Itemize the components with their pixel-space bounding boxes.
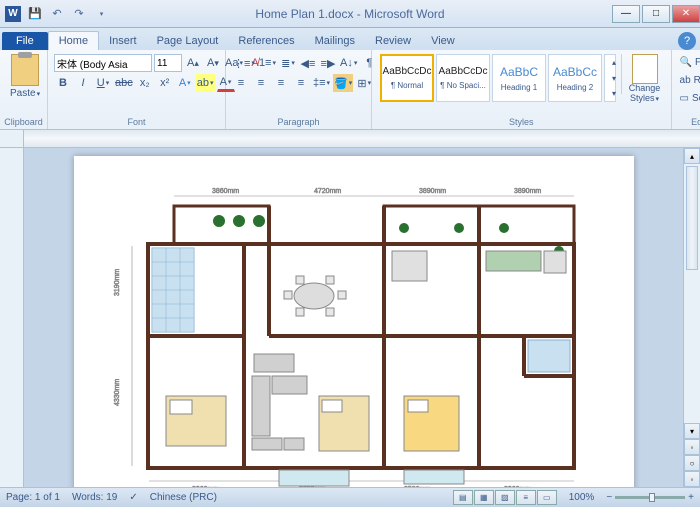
tab-references[interactable]: References [228,32,304,50]
strike-button[interactable]: abc [114,74,134,92]
qat-undo-icon[interactable]: ↶ [48,5,66,23]
sort-button[interactable]: A↓ [339,54,358,72]
qat-redo-icon[interactable]: ↷ [70,5,88,23]
prev-page-button[interactable]: ◦ [684,439,700,455]
zoom-in-button[interactable]: + [688,492,694,503]
group-label-editing: Editing [672,117,700,127]
qat-customize-icon[interactable] [92,5,110,23]
paste-button[interactable]: Paste [6,52,44,101]
svg-text:3890mm: 3890mm [514,188,541,195]
increase-indent-button[interactable]: ≡▶ [319,54,337,72]
page-status[interactable]: Page: 1 of 1 [6,492,60,503]
grow-font-button[interactable]: A▴ [184,54,202,72]
align-left-button[interactable]: ≡ [232,74,250,92]
vertical-scrollbar[interactable]: ▴ ▾ ◦ ○ ◦ [683,148,700,487]
change-styles-button[interactable]: Change Styles [625,52,665,106]
tab-view[interactable]: View [421,32,465,50]
font-family-select[interactable] [54,54,152,72]
zoom-level[interactable]: 100% [569,492,595,503]
text-effects-button[interactable]: A [176,74,194,92]
underline-button[interactable]: U [94,74,112,92]
document-viewport[interactable]: 3860mm 4720mm 3890mm 3890mm 3960mm 3690m… [24,148,683,487]
language-status[interactable]: Chinese (PRC) [150,492,217,503]
shading-button[interactable]: 🪣 [333,74,353,92]
numbering-button[interactable]: 1≡ [258,54,277,72]
superscript-button[interactable]: x² [156,74,174,92]
tab-home[interactable]: Home [48,31,99,50]
help-button[interactable]: ? [678,32,696,50]
maximize-button[interactable]: □ [642,5,670,23]
browse-object-button[interactable]: ○ [684,455,700,471]
highlight-button[interactable]: ab [196,74,215,92]
close-button[interactable]: ✕ [672,5,700,23]
style-normal[interactable]: AaBbCcDc ¶ Normal [380,54,434,102]
print-layout-view[interactable]: ▤ [453,490,473,505]
svg-text:3190mm: 3190mm [114,269,121,296]
group-label-styles: Styles [372,117,671,127]
subscript-button[interactable]: x₂ [136,74,154,92]
file-tab[interactable]: File [2,32,48,50]
tab-review[interactable]: Review [365,32,421,50]
word-app-icon: W [5,6,21,22]
find-button[interactable]: 🔍Find▾ [678,54,700,71]
svg-text:4720mm: 4720mm [314,188,341,195]
style-heading2[interactable]: AaBbCc Heading 2 [548,54,602,102]
replace-button[interactable]: abReplace [678,72,700,89]
next-page-button[interactable]: ◦ [684,471,700,487]
clipboard-icon [11,54,39,86]
style-nospacing[interactable]: AaBbCcDc ¶ No Spaci... [436,54,490,102]
align-center-button[interactable]: ≡ [252,74,270,92]
proofing-icon[interactable]: ✓ [129,492,137,503]
change-styles-icon [632,54,658,84]
qat-save-icon[interactable]: 💾 [26,5,44,23]
draft-view[interactable]: ▭ [537,490,557,505]
replace-icon: ab [680,75,691,86]
select-icon: ▭ [680,93,689,104]
svg-text:3890mm: 3890mm [419,188,446,195]
find-icon: 🔍 [680,57,692,68]
tab-page-layout[interactable]: Page Layout [147,32,229,50]
bold-button[interactable]: B [54,74,72,92]
fullscreen-view[interactable]: ▦ [474,490,494,505]
tab-mailings[interactable]: Mailings [305,32,365,50]
align-right-button[interactable]: ≡ [272,74,290,92]
zoom-out-button[interactable]: − [606,492,612,503]
zoom-slider[interactable] [615,496,685,499]
group-label-clipboard: Clipboard [0,117,47,127]
svg-text:4330mm: 4330mm [114,379,121,406]
decrease-indent-button[interactable]: ◀≡ [299,54,317,72]
group-label-font: Font [48,117,225,127]
minimize-button[interactable]: — [612,5,640,23]
justify-button[interactable]: ≡ [292,74,310,92]
tab-insert[interactable]: Insert [99,32,147,50]
web-layout-view[interactable]: ▨ [495,490,515,505]
bullets-button[interactable]: ⋮≡ [232,54,256,72]
word-count[interactable]: Words: 19 [72,492,117,503]
floorplan-drawing: 3860mm 4720mm 3890mm 3890mm 3960mm 3690m… [104,174,604,487]
line-spacing-button[interactable]: ‡≡ [312,74,331,92]
group-label-paragraph: Paragraph [226,117,371,127]
scroll-down-button[interactable]: ▾ [684,423,700,439]
shrink-font-button[interactable]: A▾ [204,54,222,72]
font-size-select[interactable] [154,54,182,72]
select-button[interactable]: ▭Select▾ [678,90,700,107]
multilevel-button[interactable]: ≣ [279,54,297,72]
borders-button[interactable]: ⊞ [355,74,373,92]
styles-gallery[interactable]: AaBbCcDc ¶ Normal AaBbCcDc ¶ No Spaci...… [380,54,616,102]
window-title: Home Plan 1.docx - Microsoft Word [255,7,444,21]
vertical-ruler[interactable] [0,148,24,487]
outline-view[interactable]: ≡ [516,490,536,505]
scroll-up-button[interactable]: ▴ [684,148,700,164]
scroll-thumb[interactable] [686,166,698,270]
horizontal-ruler[interactable] [0,130,700,148]
svg-text:3860mm: 3860mm [212,188,239,195]
italic-button[interactable]: I [74,74,92,92]
page: 3860mm 4720mm 3890mm 3890mm 3960mm 3690m… [74,156,634,487]
style-heading1[interactable]: AaBbC Heading 1 [492,54,546,102]
